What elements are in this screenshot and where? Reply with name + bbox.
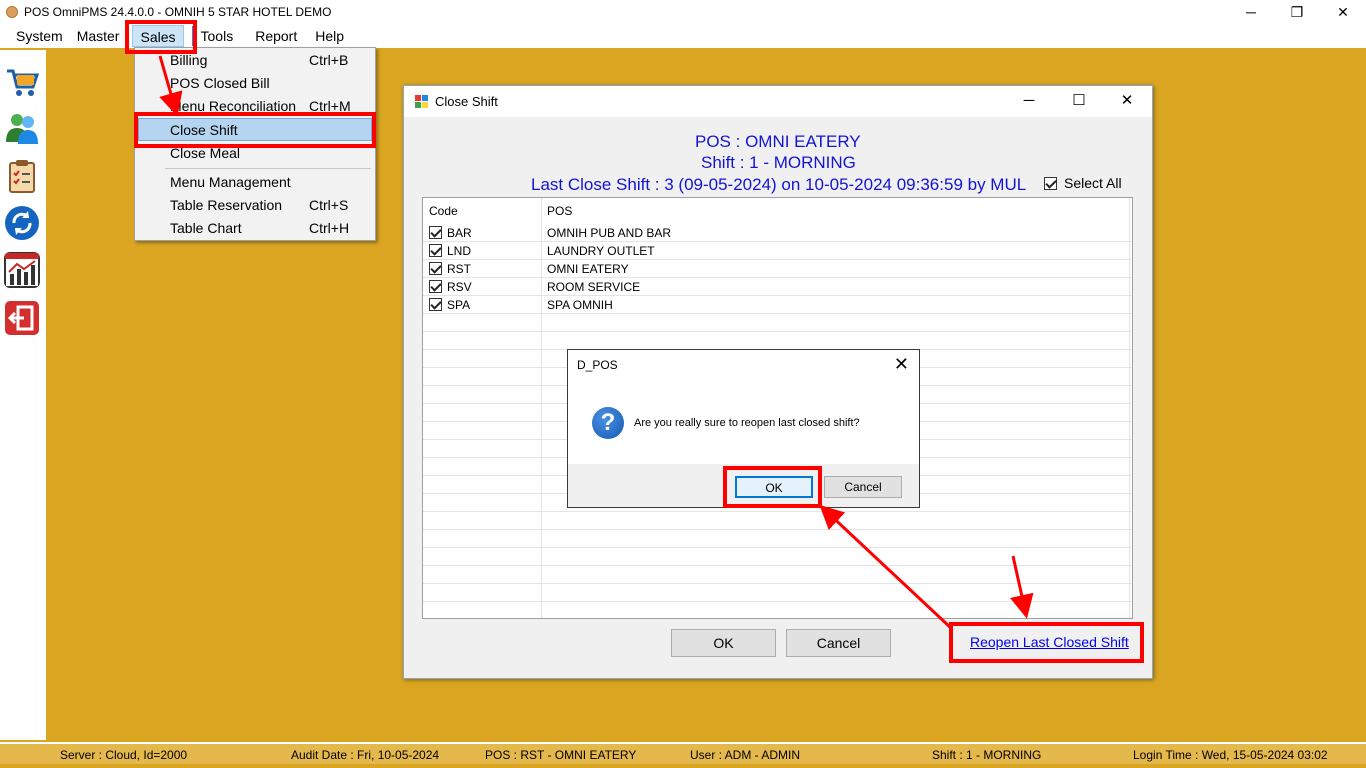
close-shift-title: Close Shift xyxy=(435,94,498,109)
menu-item-label: Menu Management xyxy=(170,174,291,190)
row-checkbox-icon[interactable] xyxy=(429,298,442,311)
minimize-button[interactable]: ─ xyxy=(1228,0,1274,24)
app-icon xyxy=(6,6,18,18)
cell-code: BAR xyxy=(447,226,472,240)
ok-button[interactable]: OK xyxy=(671,629,776,657)
menu-report[interactable]: Report xyxy=(248,25,304,47)
confirm-cancel-button[interactable]: Cancel xyxy=(824,476,902,498)
cell-code: RST xyxy=(447,262,471,276)
table-row xyxy=(423,332,1132,350)
left-toolbar xyxy=(0,50,46,740)
close-button[interactable]: ✕ xyxy=(1320,0,1366,24)
row-checkbox[interactable] xyxy=(429,280,442,296)
cell-pos: ROOM SERVICE xyxy=(547,280,641,294)
table-row[interactable]: RSV ROOM SERVICE xyxy=(423,278,1132,296)
menu-system[interactable]: System xyxy=(9,25,70,47)
cell-pos: LAUNDRY OUTLET xyxy=(547,244,655,258)
chart-icon[interactable] xyxy=(4,252,40,288)
row-checkbox-icon[interactable] xyxy=(429,262,442,275)
cell-code: LND xyxy=(447,244,472,258)
menu-master[interactable]: Master xyxy=(70,25,127,47)
exit-icon[interactable] xyxy=(4,300,40,336)
status-shift: Shift : 1 - MORNING xyxy=(932,748,1042,762)
pos-heading: POS : OMNI EATERY xyxy=(695,132,861,151)
menu-bar: System Master Sales Tools Report Help xyxy=(0,24,1366,48)
app-title: POS OmniPMS 24.4.0.0 - OMNIH 5 STAR HOTE… xyxy=(24,5,332,19)
table-row xyxy=(423,548,1132,566)
row-checkbox[interactable] xyxy=(429,262,442,278)
cell-code: RSV xyxy=(447,280,472,294)
highlight-close-shift xyxy=(134,112,376,148)
row-checkbox-icon[interactable] xyxy=(429,280,442,293)
menu-item-pos-closed-bill[interactable]: POS Closed Bill xyxy=(138,72,372,94)
row-checkbox-icon[interactable] xyxy=(429,244,442,257)
table-row[interactable]: LND LAUNDRY OUTLET xyxy=(423,242,1132,260)
table-row xyxy=(423,566,1132,584)
table-row xyxy=(423,530,1132,548)
restore-button[interactable]: ❐ xyxy=(1274,0,1320,24)
table-row xyxy=(423,314,1132,332)
status-audit-date: Audit Date : Fri, 10-05-2024 xyxy=(291,748,440,762)
column-header-code[interactable]: Code xyxy=(423,198,458,224)
close-shift-titlebar: Close Shift ─ ☐ ✕ xyxy=(404,86,1152,117)
status-user: User : ADM - ADMIN xyxy=(690,748,801,762)
menu-item-shortcut: Ctrl+B xyxy=(309,52,349,68)
menu-separator xyxy=(165,168,371,169)
shift-heading: Shift : 1 - MORNING xyxy=(701,153,856,172)
highlight-ok-button xyxy=(723,466,822,508)
menu-item-label: Table Reservation xyxy=(170,197,283,213)
table-row[interactable]: SPA SPA OMNIH xyxy=(423,296,1132,314)
select-all-label: Select All xyxy=(1064,175,1122,191)
status-server: Server : Cloud, Id=2000 xyxy=(60,748,188,762)
clipboard-icon[interactable] xyxy=(4,158,40,194)
row-checkbox[interactable] xyxy=(429,298,442,314)
menu-item-label: Table Chart xyxy=(170,220,242,236)
cell-pos: OMNI EATERY xyxy=(547,262,629,276)
checkbox-icon[interactable] xyxy=(1044,176,1057,190)
confirm-dialog-title: D_POS xyxy=(577,358,618,372)
refresh-icon[interactable] xyxy=(4,205,40,241)
select-all-checkbox[interactable]: Select All xyxy=(1044,175,1122,191)
table-row[interactable]: RST OMNI EATERY xyxy=(423,260,1132,278)
close-icon[interactable]: ✕ xyxy=(894,354,909,375)
table-row xyxy=(423,512,1132,530)
window-controls: ─ ❐ ✕ xyxy=(1228,0,1366,24)
column-header-pos[interactable]: POS xyxy=(541,198,572,224)
menu-item-shortcut: Ctrl+H xyxy=(309,220,350,236)
window-icon xyxy=(415,95,428,108)
question-icon: ? xyxy=(592,407,624,439)
users-icon[interactable] xyxy=(4,110,40,146)
menu-tools[interactable]: Tools xyxy=(194,25,241,47)
close-button[interactable]: ✕ xyxy=(1112,90,1142,112)
row-checkbox[interactable] xyxy=(429,244,442,260)
cell-pos: SPA OMNIH xyxy=(547,298,613,312)
cart-icon[interactable] xyxy=(4,63,40,99)
maximize-button[interactable]: ☐ xyxy=(1064,90,1094,112)
menu-item-label: POS Closed Bill xyxy=(170,75,270,91)
cell-pos: OMNIH PUB AND BAR xyxy=(547,226,672,240)
highlight-sales-menu xyxy=(125,20,197,54)
status-login-time: Login Time : Wed, 15-05-2024 03:02 xyxy=(1133,748,1328,762)
confirm-message: Are you really sure to reopen last close… xyxy=(634,417,860,429)
last-close-shift-text: Last Close Shift : 3 (09-05-2024) on 10-… xyxy=(531,175,1027,194)
status-bar: Server : Cloud, Id=2000 Audit Date : Fri… xyxy=(0,742,1366,764)
menu-item-table-reservation[interactable]: Table Reservation Ctrl+S xyxy=(138,194,372,216)
menu-item-table-chart[interactable]: Table Chart Ctrl+H xyxy=(138,217,372,239)
title-bar: POS OmniPMS 24.4.0.0 - OMNIH 5 STAR HOTE… xyxy=(0,0,1366,24)
table-row[interactable]: BAR OMNIH PUB AND BAR xyxy=(423,224,1132,242)
cancel-button[interactable]: Cancel xyxy=(786,629,891,657)
minimize-button[interactable]: ─ xyxy=(1014,90,1044,112)
row-checkbox-icon[interactable] xyxy=(429,226,442,239)
table-row xyxy=(423,602,1132,618)
row-checkbox[interactable] xyxy=(429,226,442,242)
table-row xyxy=(423,584,1132,602)
cell-code: SPA xyxy=(447,298,471,312)
highlight-reopen-link xyxy=(949,622,1144,663)
status-pos: POS : RST - OMNI EATERY xyxy=(485,748,637,762)
menu-item-menu-management[interactable]: Menu Management xyxy=(138,171,372,193)
menu-help[interactable]: Help xyxy=(308,25,351,47)
menu-item-shortcut: Ctrl+S xyxy=(309,197,349,213)
